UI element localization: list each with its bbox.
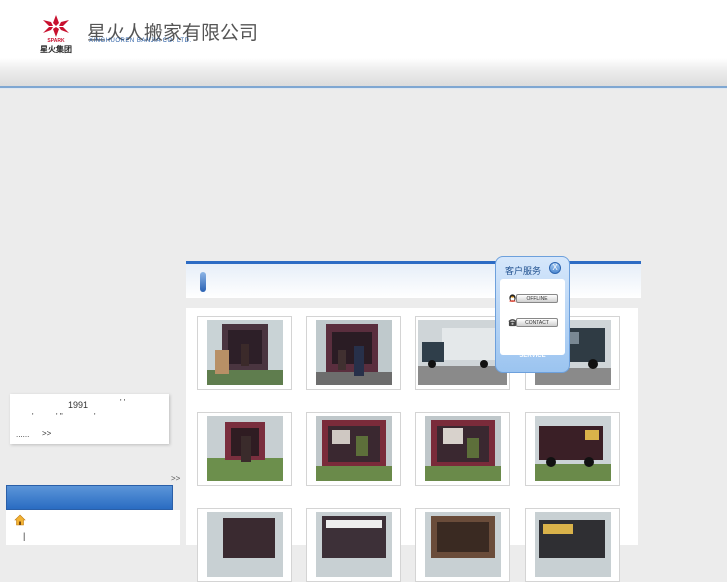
gallery-thumb[interactable] (306, 316, 401, 390)
gallery-thumb[interactable] (197, 412, 292, 486)
close-button[interactable]: X (549, 262, 561, 274)
truck-photo (316, 416, 392, 481)
gallery-thumb[interactable] (525, 508, 620, 582)
menu-separator: | (23, 531, 26, 541)
more-link[interactable]: >> (171, 474, 180, 483)
truck-photo (535, 416, 611, 481)
intro-year: 1991 (68, 400, 89, 410)
photo-gallery (186, 308, 638, 582)
service-title: 客户服务 (505, 266, 542, 276)
gallery-thumb[interactable] (306, 412, 401, 486)
intro-text: ' (32, 412, 34, 421)
logo-sub-text: 星火集团 (40, 45, 72, 54)
intro-ellipsis: ...... (16, 430, 30, 439)
nav-bar (0, 58, 727, 86)
offline-button[interactable]: OFFLINE (516, 294, 558, 303)
truck-photo (418, 320, 507, 385)
logo[interactable]: SPARK 星火集团 (36, 14, 76, 54)
truck-photo (316, 320, 392, 385)
gallery-thumb[interactable] (415, 412, 510, 486)
gallery-thumb[interactable] (415, 508, 510, 582)
title-bar-marker (200, 272, 206, 292)
spark-logo-icon (43, 15, 69, 37)
side-menu-header (6, 485, 173, 510)
intro-text: ' (94, 412, 96, 421)
header: SPARK 星火集团 星火人搬家有限公司 XINGHUOREN BANJIA C… (0, 0, 727, 60)
home-icon[interactable] (14, 514, 26, 526)
intro-text: ' ' (120, 398, 126, 407)
intro-more-link[interactable]: >> (42, 429, 51, 438)
gallery-thumb[interactable] (197, 316, 292, 390)
truck-photo (425, 416, 501, 481)
truck-photo (207, 416, 283, 481)
service-content: OFFLINE CONTACT (500, 279, 565, 355)
truck-photo (207, 320, 283, 385)
company-intro-box: 1991 ' ' ' ' '' ' ...... >> (10, 394, 169, 444)
contact-button[interactable]: CONTACT (516, 318, 558, 327)
gallery-thumb[interactable] (525, 412, 620, 486)
gallery-thumb[interactable] (197, 508, 292, 582)
side-menu: | (6, 510, 180, 545)
gallery-thumb[interactable] (306, 508, 401, 582)
intro-text: ' '' (56, 412, 63, 421)
customer-service-panel: 客户服务 X OFFLINE CONTACT SERVICE (495, 256, 570, 373)
service-label: SERVICE (519, 353, 546, 359)
content-title-bar (186, 261, 641, 298)
company-name-en: XINGHUOREN BANJIA CO. LTD. (89, 38, 192, 44)
nav-divider-light (0, 88, 727, 89)
